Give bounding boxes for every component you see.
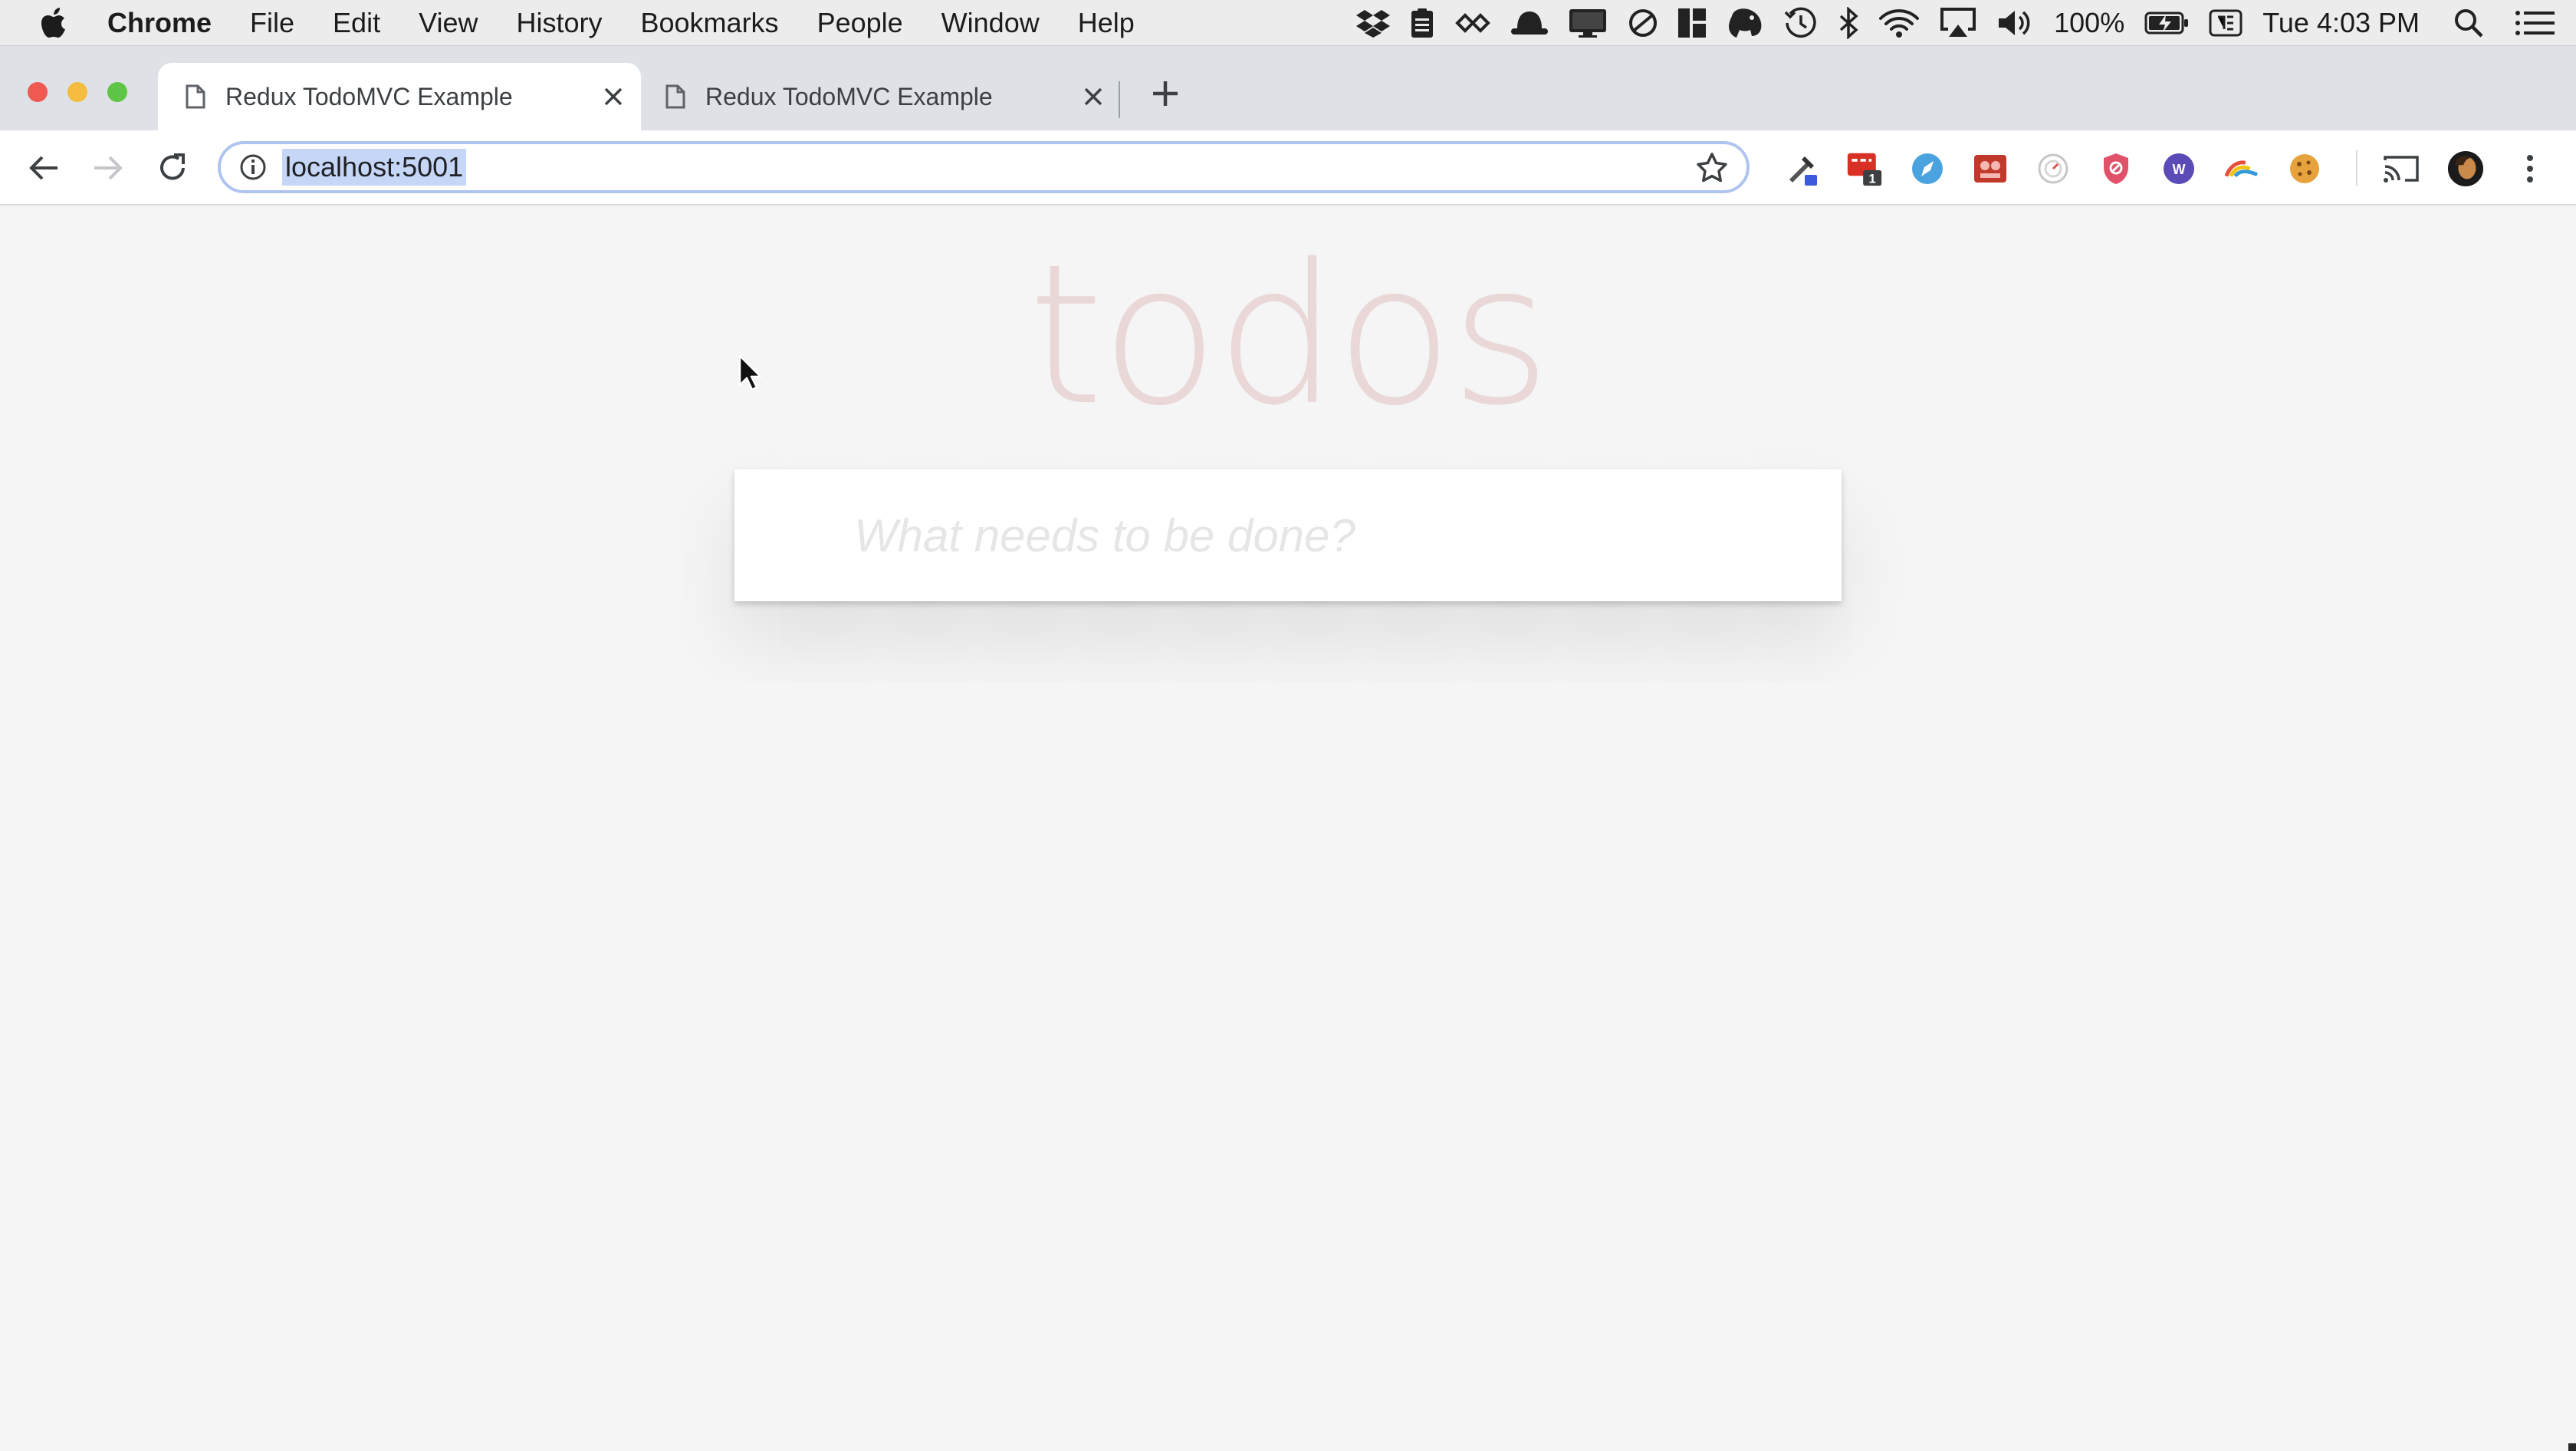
shield-extension-icon[interactable] xyxy=(2098,150,2134,187)
forward-button[interactable] xyxy=(89,149,127,187)
browser-toolbar: localhost:5001 1 W xyxy=(0,130,2576,206)
clipboard-icon[interactable] xyxy=(1410,8,1434,38)
input-source-icon[interactable] xyxy=(2209,9,2242,37)
apple-menu-icon[interactable] xyxy=(0,7,107,38)
app-title: todos xyxy=(1027,223,1551,448)
chrome-menu-icon[interactable] xyxy=(2512,150,2548,187)
close-tab-icon[interactable] xyxy=(598,81,629,112)
battery-percent: 100% xyxy=(2054,7,2125,38)
extension-badge-count: 1 xyxy=(1869,171,1876,186)
dropbox-icon[interactable] xyxy=(1356,8,1391,38)
menu-window[interactable]: Window xyxy=(941,7,1040,39)
bluetooth-icon[interactable] xyxy=(1838,7,1859,39)
tab-active[interactable]: Redux TodoMVC Example xyxy=(158,63,641,130)
grid-layout-icon[interactable] xyxy=(1678,8,1707,38)
do-not-disturb-icon[interactable] xyxy=(1628,8,1658,38)
document-icon xyxy=(186,84,205,109)
cast-icon[interactable] xyxy=(2383,150,2420,187)
menu-history[interactable]: History xyxy=(516,7,602,39)
page-viewport: todos xyxy=(0,206,2576,1451)
back-button[interactable] xyxy=(25,149,63,187)
menu-help[interactable]: Help xyxy=(1078,7,1135,39)
menu-view[interactable]: View xyxy=(419,7,478,39)
menu-bookmarks[interactable]: Bookmarks xyxy=(641,7,779,39)
cookie-extension-icon[interactable] xyxy=(2286,150,2323,187)
new-todo-container xyxy=(734,469,1842,601)
new-todo-input[interactable] xyxy=(734,469,1842,601)
reload-button[interactable] xyxy=(153,149,192,187)
menu-file[interactable]: File xyxy=(250,7,294,39)
bookmark-star-icon[interactable] xyxy=(1696,152,1728,184)
evernote-elephant-icon[interactable] xyxy=(1726,7,1764,39)
eyedropper-extension-icon[interactable] xyxy=(1783,150,1820,187)
maximize-window-button[interactable] xyxy=(107,82,127,102)
minimize-window-button[interactable] xyxy=(67,82,87,102)
tab-title: Redux TodoMVC Example xyxy=(225,82,513,110)
svg-text:W: W xyxy=(2173,162,2186,177)
status-area: 100% Tue 4:03 PM xyxy=(1336,0,2555,46)
menu-people[interactable]: People xyxy=(817,7,903,39)
new-tab-button[interactable] xyxy=(1148,77,1182,110)
menu-app-name[interactable]: Chrome xyxy=(107,7,212,39)
window-corner xyxy=(2568,1443,2576,1451)
notification-center-icon[interactable] xyxy=(2515,10,2555,36)
timer-extension-icon[interactable] xyxy=(2035,150,2072,187)
tab-separator xyxy=(1119,81,1120,118)
tab-title: Redux TodoMVC Example xyxy=(705,82,993,110)
wifi-icon[interactable] xyxy=(1879,8,1920,38)
web-extension-icon[interactable]: W xyxy=(2160,150,2197,187)
infinity-link-icon[interactable] xyxy=(1454,12,1491,34)
mouse-cursor-icon xyxy=(738,354,762,396)
time-machine-icon[interactable] xyxy=(1784,6,1818,40)
volume-icon[interactable] xyxy=(1997,8,2034,38)
video-extension-icon[interactable] xyxy=(1972,150,2009,187)
tab-strip: Redux TodoMVC Example Redux TodoMVC Exam… xyxy=(0,46,2576,130)
battery-charging-icon[interactable] xyxy=(2144,12,2189,35)
airplay-icon[interactable] xyxy=(1939,8,1977,38)
profile-avatar[interactable] xyxy=(2447,150,2484,187)
menu-edit[interactable]: Edit xyxy=(333,7,380,39)
url-text[interactable]: localhost:5001 xyxy=(282,149,467,186)
toolbar-divider xyxy=(2356,150,2358,186)
document-icon xyxy=(665,84,685,109)
mail-extension-icon[interactable]: 1 xyxy=(1846,150,1883,187)
incognito-hat-icon[interactable] xyxy=(1511,10,1549,36)
close-window-button[interactable] xyxy=(28,82,48,102)
tab-inactive[interactable]: Redux TodoMVC Example xyxy=(638,63,1121,130)
rainbow-extension-icon[interactable] xyxy=(2223,150,2260,187)
macos-menu-bar: Chrome File Edit View History Bookmarks … xyxy=(0,0,2576,46)
display-icon[interactable] xyxy=(1568,8,1608,38)
menubar-clock[interactable]: Tue 4:03 PM xyxy=(2262,7,2420,39)
spotlight-search-icon[interactable] xyxy=(2453,8,2484,38)
pen-extension-icon[interactable] xyxy=(1909,150,1946,187)
close-tab-icon[interactable] xyxy=(1078,81,1109,112)
address-bar[interactable]: localhost:5001 xyxy=(218,141,1750,193)
site-info-icon[interactable] xyxy=(239,153,267,181)
